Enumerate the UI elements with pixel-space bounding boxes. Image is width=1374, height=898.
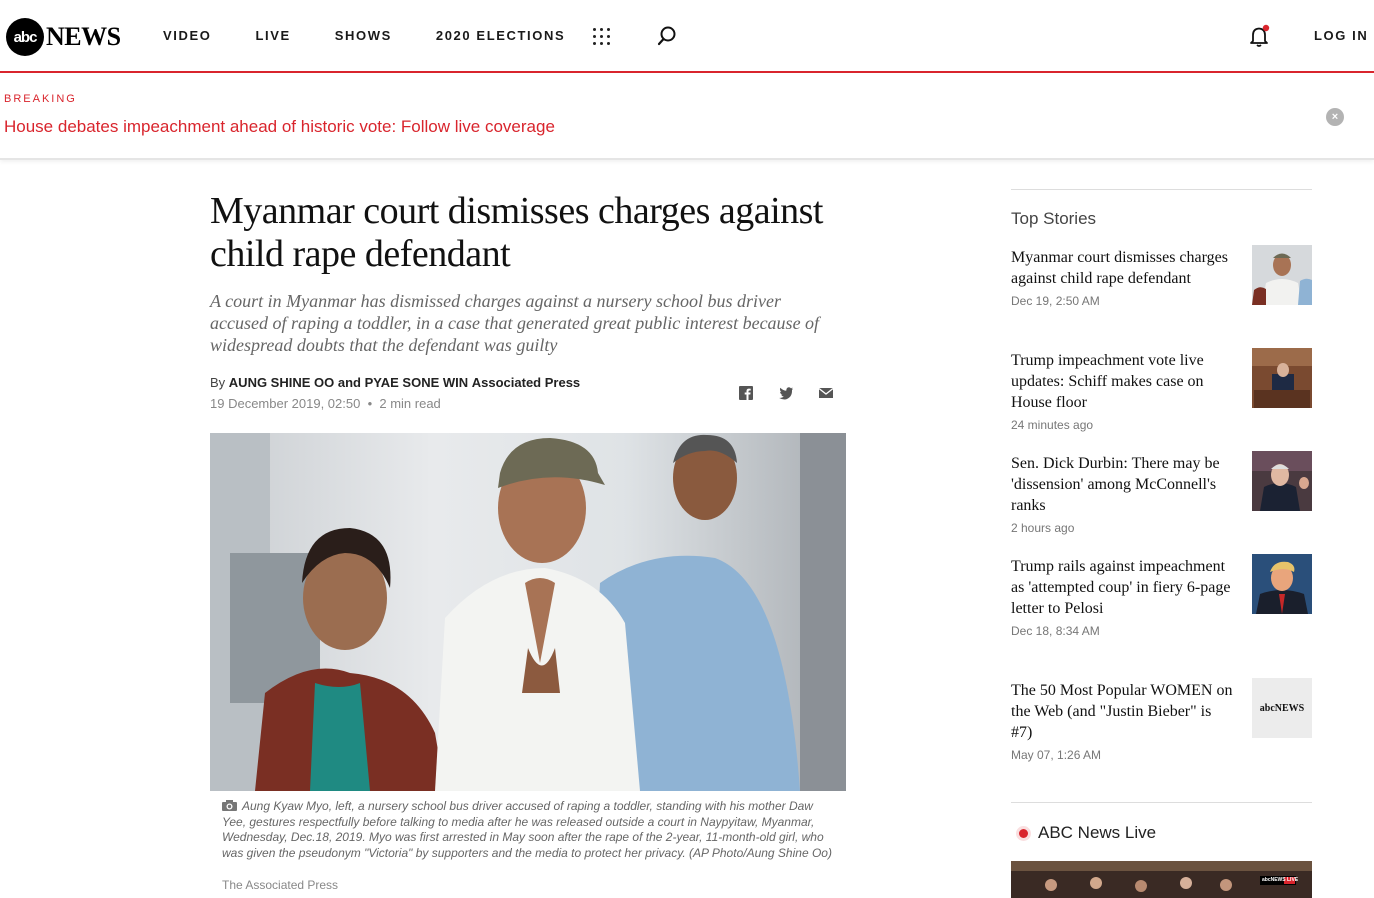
thumb-logo-text: abcNEWS: [1259, 702, 1305, 714]
photo-illustration: [210, 433, 846, 791]
abc-news-thumbnail-logo[interactable]: abcNEWS: [1252, 678, 1312, 738]
live-video-thumbnail[interactable]: abcNEWS LIVE: [1011, 861, 1312, 898]
story-thumbnail[interactable]: [1252, 245, 1312, 305]
camera-icon: [222, 800, 237, 811]
logo-news-text: NEWS: [46, 22, 121, 51]
story-time: 2 hours ago: [1011, 521, 1075, 535]
story-time: May 07, 1:26 AM: [1011, 748, 1102, 762]
story-thumbnail[interactable]: [1252, 451, 1312, 511]
photo-credit: The Associated Press: [222, 878, 339, 892]
breaking-label: BREAKING: [4, 93, 77, 105]
nav-video[interactable]: VIDEO: [163, 28, 211, 43]
live-indicator-icon: [1019, 828, 1028, 838]
sidebar-divider: [1011, 189, 1312, 190]
menu-grid-icon[interactable]: [592, 27, 610, 45]
byline: By AUNG SHINE OO and PYAE SONE WIN Assoc…: [210, 375, 580, 390]
share-buttons: [738, 385, 834, 401]
story-headline[interactable]: The 50 Most Popular WOMEN on the Web (an…: [1011, 680, 1236, 743]
login-button[interactable]: LOG IN: [1314, 28, 1368, 43]
byline-outlet: Associated Press: [471, 375, 581, 390]
sidebar-divider: [1011, 802, 1312, 803]
story-card[interactable]: Trump impeachment vote live updates: Sch…: [1011, 348, 1312, 432]
article-title: Myanmar court dismisses charges against …: [210, 190, 824, 275]
article-hero-photo: [210, 433, 846, 791]
article-deck: A court in Myanmar has dismissed charges…: [210, 291, 820, 355]
site-header: abc NEWS VIDEO LIVE SHOWS 2020 ELECTIONS…: [0, 0, 1374, 73]
close-banner-button[interactable]: ×: [1326, 108, 1344, 126]
abc-news-live-heading[interactable]: ABC News Live: [1019, 823, 1156, 843]
story-headline[interactable]: Trump impeachment vote live updates: Sch…: [1011, 350, 1236, 413]
story-card[interactable]: Myanmar court dismisses charges against …: [1011, 245, 1312, 308]
story-card[interactable]: Sen. Dick Durbin: There may be 'dissensi…: [1011, 451, 1312, 535]
story-time: 24 minutes ago: [1011, 418, 1094, 432]
story-thumbnail[interactable]: [1252, 348, 1312, 408]
story-card[interactable]: Trump rails against impeachment as 'atte…: [1011, 554, 1312, 638]
breaking-news-banner: BREAKING House debates impeachment ahead…: [0, 75, 1374, 160]
nav-live[interactable]: LIVE: [255, 28, 290, 43]
story-headline[interactable]: Sen. Dick Durbin: There may be 'dissensi…: [1011, 453, 1236, 516]
byline-authors[interactable]: AUNG SHINE OO and PYAE SONE WIN: [229, 375, 468, 390]
publish-date: 19 December 2019, 02:50: [210, 396, 361, 411]
byline-prefix: By: [210, 375, 226, 390]
twitter-icon[interactable]: [778, 385, 794, 401]
story-headline[interactable]: Myanmar court dismisses charges against …: [1011, 247, 1236, 289]
story-thumbnail[interactable]: [1252, 554, 1312, 614]
breaking-headline-link[interactable]: House debates impeachment ahead of histo…: [4, 117, 555, 137]
abc-news-logo[interactable]: abc NEWS: [6, 17, 121, 57]
main-nav: VIDEO LIVE SHOWS 2020 ELECTIONS: [163, 28, 609, 43]
nav-2020-elections[interactable]: 2020 ELECTIONS: [436, 28, 565, 43]
article-date: 19 December 2019, 02:50 • 2 min read: [210, 396, 441, 411]
date-separator: •: [363, 396, 376, 411]
article-header: Myanmar court dismisses charges against …: [210, 190, 850, 411]
top-stories-sidebar: Top Stories Myanmar court dismisses char…: [1011, 189, 1312, 898]
top-stories-heading: Top Stories: [1011, 209, 1097, 228]
logo-abc-circle: abc: [6, 18, 44, 56]
read-time: 2 min read: [379, 396, 441, 411]
caption-text: Aung Kyaw Myo, left, a nursery school bu…: [222, 799, 832, 860]
notifications-bell-icon[interactable]: [1249, 24, 1271, 48]
photo-caption: Aung Kyaw Myo, left, a nursery school bu…: [222, 799, 832, 861]
email-icon[interactable]: [818, 385, 834, 401]
live-badge-text: abcNEWS LIVE: [1262, 877, 1299, 883]
nav-shows[interactable]: SHOWS: [335, 28, 392, 43]
search-icon[interactable]: [656, 25, 678, 47]
story-time: Dec 18, 8:34 AM: [1011, 624, 1100, 638]
facebook-icon[interactable]: [738, 385, 754, 401]
story-headline[interactable]: Trump rails against impeachment as 'atte…: [1011, 556, 1236, 619]
live-heading-text: ABC News Live: [1038, 823, 1157, 842]
story-card[interactable]: The 50 Most Popular WOMEN on the Web (an…: [1011, 678, 1312, 762]
